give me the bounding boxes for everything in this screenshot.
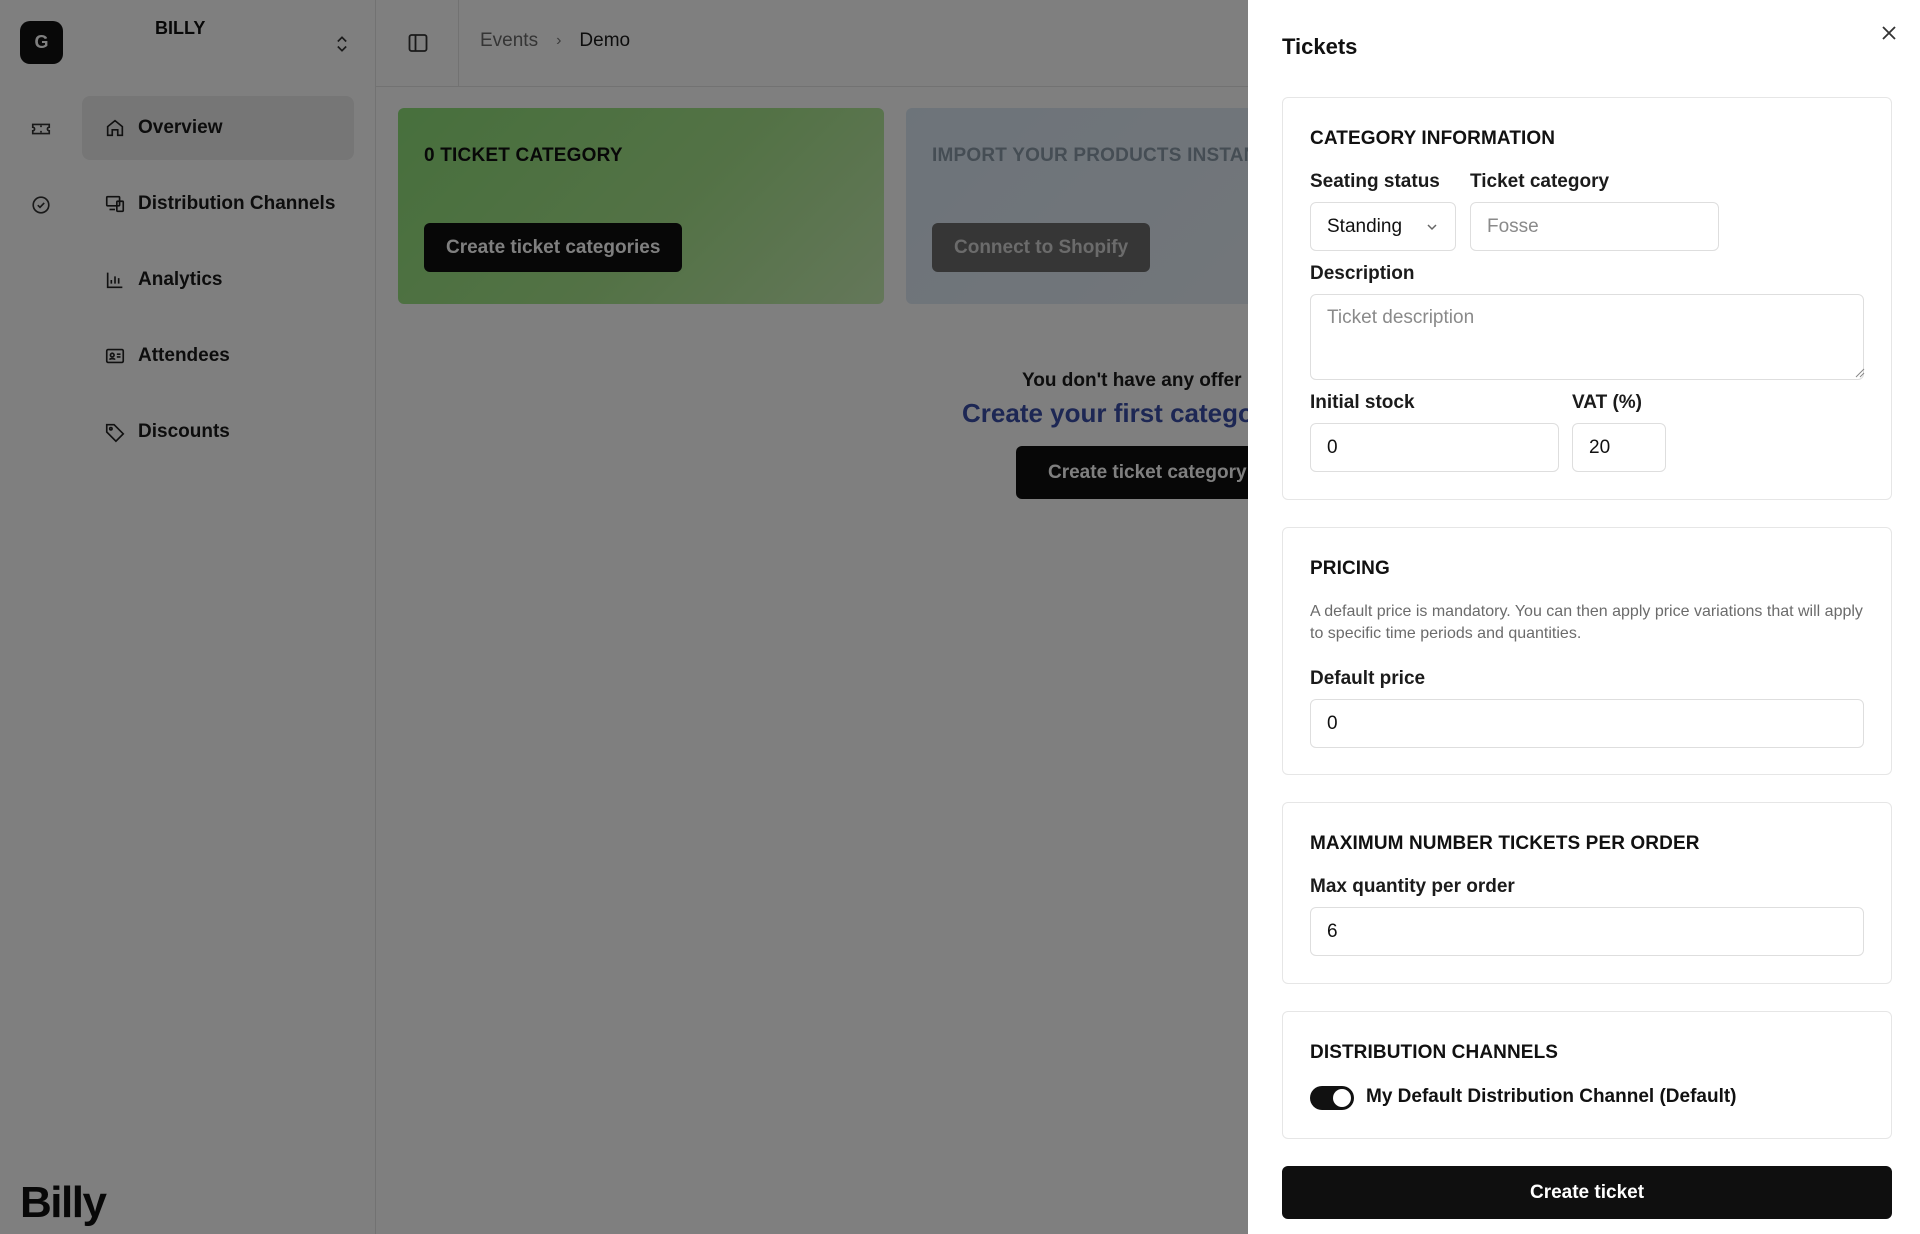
- close-icon[interactable]: [1878, 22, 1900, 44]
- distribution-channel-toggle[interactable]: [1310, 1086, 1354, 1110]
- chevron-down-icon: [1427, 223, 1437, 230]
- initial-stock-input[interactable]: [1310, 423, 1559, 472]
- vat-label: VAT (%): [1572, 392, 1643, 413]
- max-quantity-label: Max quantity per order: [1310, 876, 1515, 897]
- tickets-drawer: Tickets CATEGORY INFORMATION Seating sta…: [1248, 0, 1920, 1234]
- max-quantity-input[interactable]: [1310, 907, 1864, 956]
- seating-status-label: Seating status: [1310, 171, 1440, 192]
- section-heading: DISTRIBUTION CHANNELS: [1310, 1042, 1559, 1063]
- default-price-label: Default price: [1310, 668, 1426, 689]
- description-label: Description: [1310, 263, 1415, 284]
- seating-status-value: Standing: [1327, 215, 1403, 237]
- pricing-help-text: A default price is mandatory. You can th…: [1310, 603, 1863, 642]
- vat-input[interactable]: [1572, 423, 1666, 472]
- distribution-channel-label: My Default Distribution Channel (Default…: [1366, 1086, 1737, 1107]
- toggle-knob: [1333, 1089, 1351, 1107]
- distribution-channels-section: DISTRIBUTION CHANNELS My Default Distrib…: [1282, 1011, 1892, 1139]
- seating-status-select[interactable]: Standing: [1310, 202, 1456, 251]
- section-heading: PRICING: [1310, 558, 1390, 579]
- ticket-category-input[interactable]: [1470, 202, 1719, 251]
- category-information-section: CATEGORY INFORMATION Seating status Stan…: [1282, 97, 1892, 500]
- description-textarea[interactable]: [1310, 294, 1864, 380]
- resize-handle-icon[interactable]: [1853, 366, 1865, 378]
- default-price-input[interactable]: [1310, 699, 1864, 748]
- section-heading: MAXIMUM NUMBER TICKETS PER ORDER: [1310, 833, 1700, 854]
- create-ticket-button[interactable]: Create ticket: [1282, 1166, 1892, 1219]
- pricing-section: PRICING A default price is mandatory. Yo…: [1282, 527, 1892, 775]
- initial-stock-label: Initial stock: [1310, 392, 1415, 413]
- max-tickets-section: MAXIMUM NUMBER TICKETS PER ORDER Max qua…: [1282, 802, 1892, 984]
- section-heading: CATEGORY INFORMATION: [1310, 128, 1556, 149]
- drawer-title: Tickets: [1282, 34, 1358, 59]
- ticket-category-label: Ticket category: [1470, 171, 1610, 192]
